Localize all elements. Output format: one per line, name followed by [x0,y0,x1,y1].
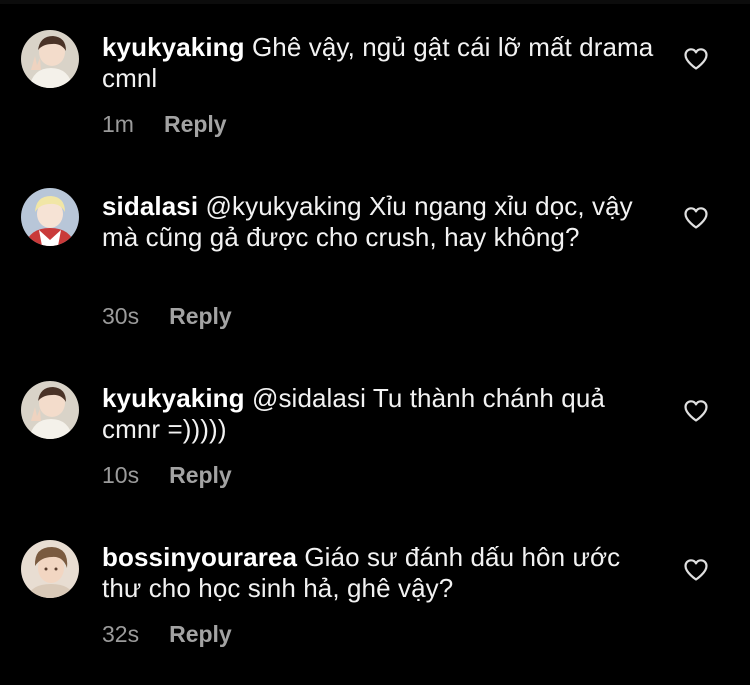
avatar[interactable] [21,30,79,88]
avatar[interactable] [21,188,79,246]
comment-time: 32s [102,621,140,647]
avatar[interactable] [21,540,79,598]
reply-button[interactable]: Reply [169,621,232,647]
top-divider [0,0,750,4]
comment-text: kyukyaking @sidalasi Tu thành chánh quả … [102,383,662,445]
comment-username[interactable]: kyukyaking [102,32,245,62]
comment-username[interactable]: sidalasi [102,191,198,221]
comment-meta: 10s Reply [102,462,232,489]
comment-time: 1m [102,111,134,137]
comment-meta: 30s Reply [102,303,232,330]
comment-meta: 1m Reply [102,111,227,138]
heart-outline-icon[interactable] [683,399,709,423]
comment-meta: 32s Reply [102,621,232,648]
reply-button[interactable]: Reply [169,303,232,329]
comment-text: bossinyourarea Giáo sư đánh dấu hôn ước … [102,542,662,604]
comment-username[interactable]: kyukyaking [102,383,245,413]
comment-time: 10s [102,462,140,488]
comment-text: kyukyaking Ghê vậy, ngủ gật cái lỡ mất d… [102,32,662,94]
comment-time: 30s [102,303,140,329]
comment-text: sidalasi @kyukyaking Xỉu ngang xỉu dọc, … [102,191,662,253]
comment-username[interactable]: bossinyourarea [102,542,297,572]
heart-outline-icon[interactable] [683,206,709,230]
reply-button[interactable]: Reply [169,462,232,488]
avatar[interactable] [21,381,79,439]
reply-button[interactable]: Reply [164,111,227,137]
heart-outline-icon[interactable] [683,47,709,71]
heart-outline-icon[interactable] [683,558,709,582]
